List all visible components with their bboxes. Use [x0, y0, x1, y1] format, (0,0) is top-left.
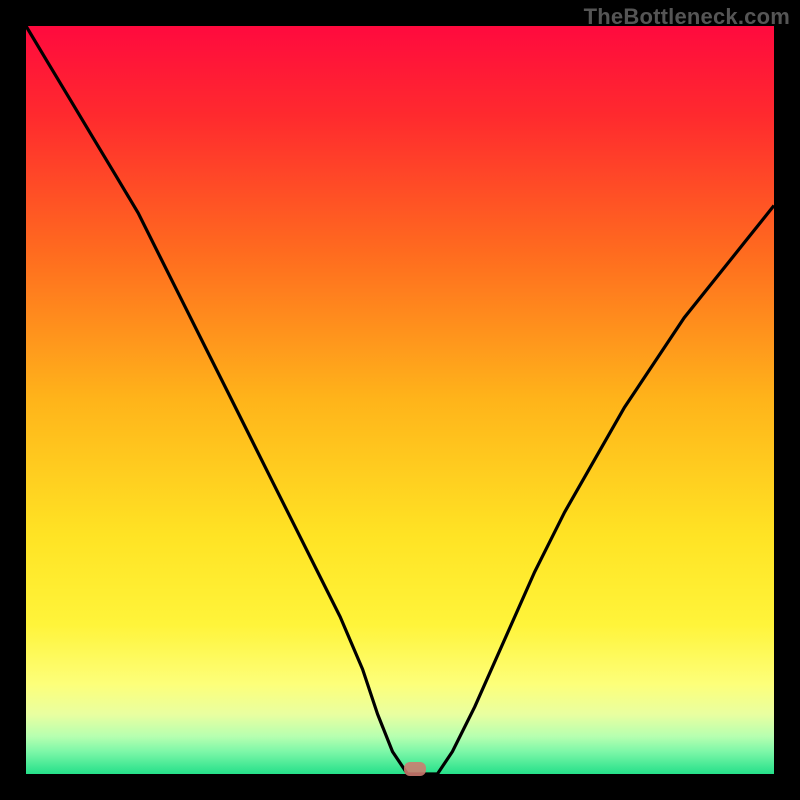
- chart-overlay: [26, 26, 774, 774]
- chart-frame: TheBottleneck.com: [0, 0, 800, 800]
- optimum-marker: [404, 762, 426, 776]
- bottleneck-curve: [26, 26, 774, 774]
- watermark-text: TheBottleneck.com: [584, 4, 790, 30]
